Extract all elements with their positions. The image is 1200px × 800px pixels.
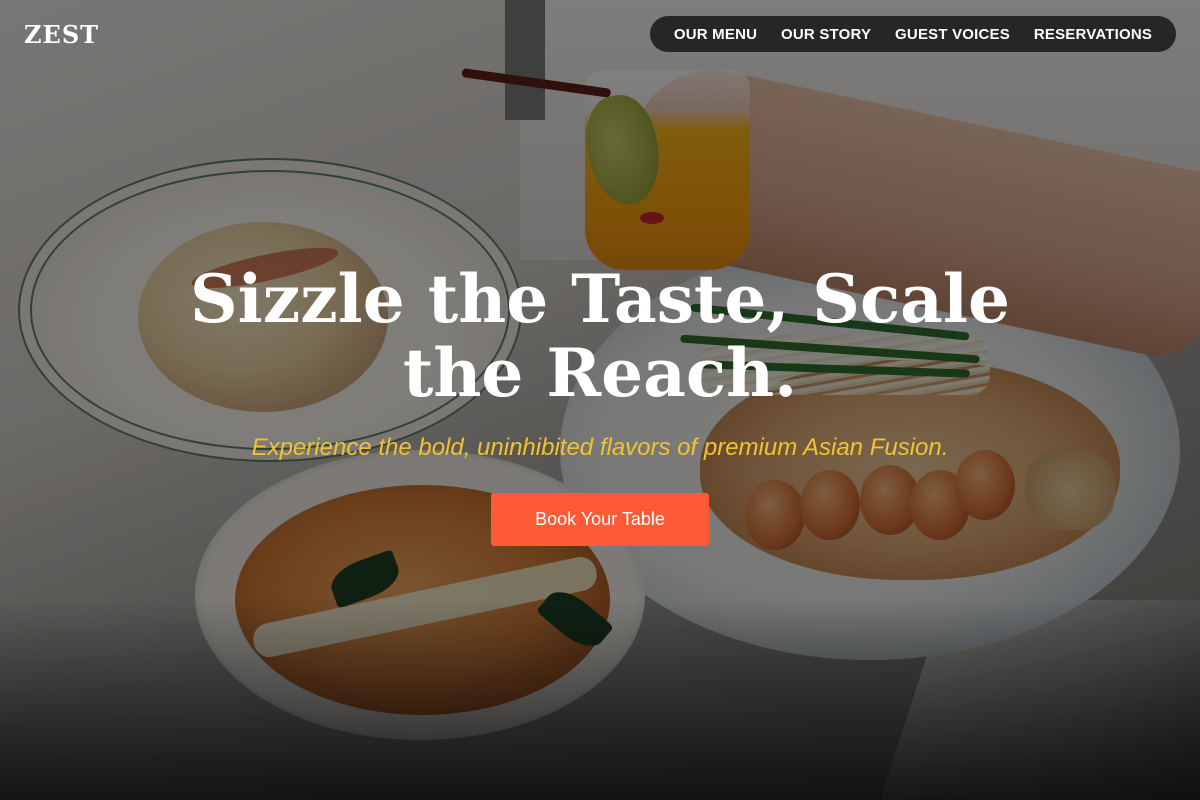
hero-section: ZEST OUR MENU OUR STORY GUEST VOICES RES… bbox=[0, 0, 1200, 800]
hero-headline: Sizzle the Taste, Scale the Reach. bbox=[189, 260, 1010, 412]
hero-headline-container: Sizzle the Taste, Scale the Reach. bbox=[0, 262, 1200, 410]
site-logo[interactable]: ZEST bbox=[24, 20, 99, 49]
nav-link-reservations[interactable]: RESERVATIONS bbox=[1034, 26, 1152, 43]
nav-link-our-menu[interactable]: OUR MENU bbox=[674, 26, 757, 43]
nav-link-guest-voices[interactable]: GUEST VOICES bbox=[895, 26, 1010, 43]
nav-link-our-story[interactable]: OUR STORY bbox=[781, 26, 871, 43]
hero-subheadline: Experience the bold, uninhibited flavors… bbox=[251, 434, 949, 461]
main-navigation: OUR MENU OUR STORY GUEST VOICES RESERVAT… bbox=[650, 16, 1176, 52]
book-table-button[interactable]: Book Your Table bbox=[491, 493, 709, 546]
